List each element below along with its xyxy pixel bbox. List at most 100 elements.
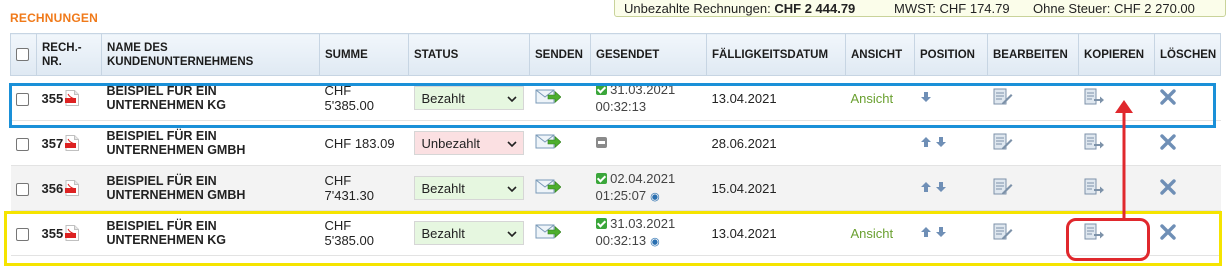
- eye-icon: ◉: [650, 236, 660, 248]
- header-sum[interactable]: SUMME: [319, 33, 409, 76]
- invoice-number[interactable]: 356: [42, 181, 64, 196]
- check-icon: [595, 218, 607, 229]
- invoice-number[interactable]: 357: [42, 136, 64, 151]
- header-send: SENDEN: [529, 33, 591, 76]
- customer-name: BEISPIEL FÜR EIN UNTERNEHMEN GMBH: [106, 174, 246, 202]
- table-row: 355 BEISPIEL FÜR EIN UNTERNEHMEN KG CHF …: [10, 210, 1221, 256]
- customer-name: BEISPIEL FÜR EIN UNTERNEHMEN GMBH: [106, 129, 246, 157]
- chevron-down-icon: [506, 231, 517, 237]
- sent-date: 31.03.2021: [610, 216, 676, 231]
- chevron-down-icon: [506, 96, 517, 102]
- edit-icon[interactable]: [993, 223, 1013, 241]
- invoice-number[interactable]: 355: [42, 91, 64, 106]
- vat-value: CHF 174.79: [939, 1, 1010, 16]
- due-date: 28.06.2021: [706, 120, 846, 166]
- invoice-summary-box: Unbezahlte Rechnungen: CHF 2 444.79 MWST…: [614, 0, 1226, 17]
- check-icon: [595, 173, 607, 184]
- delete-icon[interactable]: [1160, 224, 1176, 240]
- unpaid-summary: Unbezahlte Rechnungen: CHF 2 444.79: [624, 1, 855, 16]
- copy-icon[interactable]: [1084, 223, 1104, 241]
- check-icon: [595, 84, 607, 95]
- row-checkbox[interactable]: [15, 137, 29, 151]
- table-row: 355 BEISPIEL FÜR EIN UNTERNEHMEN KG CHF …: [10, 75, 1221, 121]
- status-value: Bezahlt: [421, 91, 465, 106]
- status-select[interactable]: Bezahlt: [413, 176, 524, 200]
- sent-time: 00:32:13: [595, 233, 647, 248]
- view-link[interactable]: Ansicht: [851, 226, 894, 241]
- pending-icon: [595, 136, 607, 148]
- chevron-down-icon: [506, 186, 517, 192]
- send-mail-icon[interactable]: [535, 88, 561, 106]
- status-value: Bezahlt: [421, 226, 465, 241]
- send-mail-icon[interactable]: [535, 133, 561, 151]
- table-row: 357 BEISPIEL FÜR EIN UNTERNEHMEN GMBH CH…: [10, 120, 1221, 166]
- arrow-up-icon[interactable]: [920, 226, 932, 238]
- pdf-icon[interactable]: [65, 180, 79, 196]
- invoice-table: RECH.-NR. NAME DES KUNDENUNTERNEHMENS SU…: [10, 33, 1221, 256]
- header-number[interactable]: RECH.-NR.: [36, 33, 102, 76]
- due-date: 13.04.2021: [706, 210, 846, 256]
- header-delete: LÖSCHEN: [1154, 33, 1221, 76]
- arrow-down-icon[interactable]: [935, 226, 947, 238]
- header-view: ANSICHT: [845, 33, 915, 76]
- sent-time: 01:25:07: [595, 188, 647, 203]
- arrow-down-icon[interactable]: [920, 91, 932, 103]
- header-sent[interactable]: GESENDET: [590, 33, 707, 76]
- table-row: 356 BEISPIEL FÜR EIN UNTERNEHMEN GMBH CH…: [10, 165, 1221, 211]
- pdf-icon[interactable]: [65, 90, 79, 106]
- sent-date: 31.03.2021: [610, 82, 676, 97]
- row-checkbox[interactable]: [15, 227, 29, 241]
- header-status[interactable]: STATUS: [408, 33, 530, 76]
- chevron-down-icon: [506, 141, 517, 147]
- status-select[interactable]: Bezahlt: [413, 221, 524, 245]
- delete-icon[interactable]: [1160, 179, 1176, 195]
- vat-summary: MWST: CHF 174.79: [894, 1, 1010, 16]
- table-header-row: RECH.-NR. NAME DES KUNDENUNTERNEHMENS SU…: [10, 33, 1221, 76]
- due-date: 13.04.2021: [706, 75, 846, 121]
- row-checkbox[interactable]: [15, 182, 29, 196]
- net-summary: Ohne Steuer: CHF 2 270.00: [1033, 1, 1195, 16]
- header-due[interactable]: FÄLLIGKEITSDATUM: [706, 33, 846, 76]
- row-checkbox[interactable]: [15, 92, 29, 106]
- pdf-icon[interactable]: [65, 225, 79, 241]
- header-copy: KOPIEREN: [1078, 33, 1155, 76]
- header-position: POSITION: [914, 33, 988, 76]
- arrow-down-icon[interactable]: [935, 136, 947, 148]
- invoice-number[interactable]: 355: [42, 226, 64, 241]
- send-mail-icon[interactable]: [535, 223, 561, 241]
- arrow-up-icon[interactable]: [920, 181, 932, 193]
- delete-icon[interactable]: [1160, 89, 1176, 105]
- select-all-header: [10, 33, 37, 76]
- view-link[interactable]: Ansicht: [851, 91, 894, 106]
- invoice-sum: CHF 183.09: [319, 120, 409, 166]
- customer-name: BEISPIEL FÜR EIN UNTERNEHMEN KG: [106, 84, 226, 112]
- status-select[interactable]: Unbezahlt: [413, 131, 524, 155]
- unpaid-label: Unbezahlte Rechnungen:: [624, 1, 771, 16]
- edit-icon[interactable]: [993, 133, 1013, 151]
- send-mail-icon[interactable]: [535, 178, 561, 196]
- net-value: CHF 2 270.00: [1113, 1, 1195, 16]
- due-date: 15.04.2021: [706, 165, 846, 211]
- delete-icon[interactable]: [1160, 134, 1176, 150]
- section-title: RECHNUNGEN: [10, 11, 99, 25]
- arrow-down-icon[interactable]: [935, 181, 947, 193]
- status-value: Bezahlt: [421, 181, 465, 196]
- unpaid-value: CHF 2 444.79: [774, 1, 856, 16]
- copy-icon[interactable]: [1084, 133, 1104, 151]
- arrow-up-icon[interactable]: [920, 136, 932, 148]
- invoice-sum: CHF 5'385.00: [319, 210, 409, 256]
- header-edit: BEARBEITEN: [987, 33, 1079, 76]
- select-all-checkbox[interactable]: [16, 47, 29, 61]
- pdf-icon[interactable]: [65, 135, 79, 151]
- header-customer[interactable]: NAME DES KUNDENUNTERNEHMENS: [101, 33, 320, 76]
- net-label: Ohne Steuer:: [1033, 1, 1111, 16]
- status-value: Unbezahlt: [421, 136, 481, 151]
- sent-date: 02.04.2021: [610, 171, 676, 186]
- copy-icon[interactable]: [1084, 88, 1104, 106]
- copy-icon[interactable]: [1084, 178, 1104, 196]
- customer-name: BEISPIEL FÜR EIN UNTERNEHMEN KG: [106, 219, 226, 247]
- edit-icon[interactable]: [993, 88, 1013, 106]
- sent-time: 00:32:13: [595, 99, 647, 114]
- status-select[interactable]: Bezahlt: [413, 86, 524, 110]
- edit-icon[interactable]: [993, 178, 1013, 196]
